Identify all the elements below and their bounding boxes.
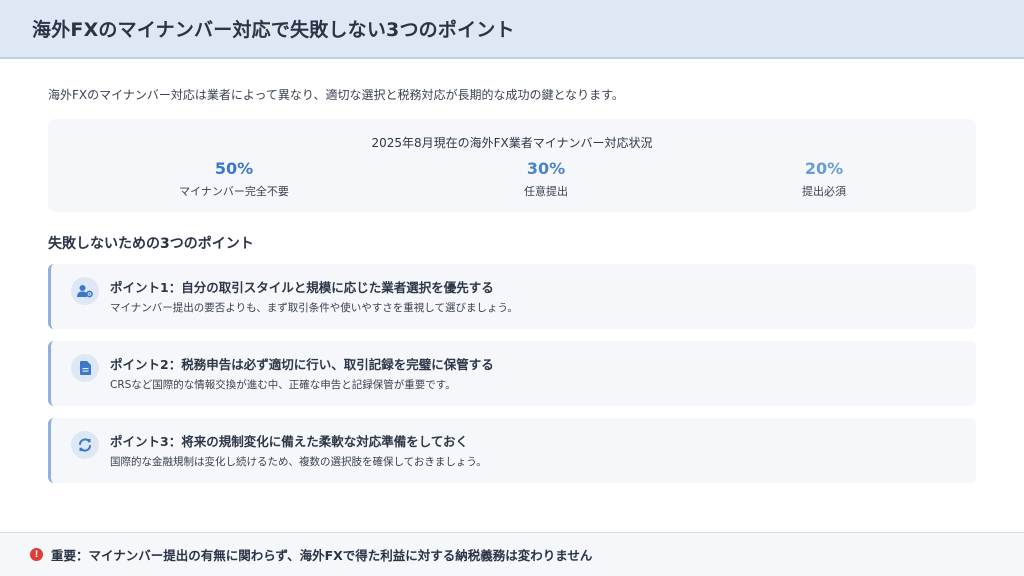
stat-value: 50%: [214, 159, 254, 178]
point-desc: CRSなど国際的な情報交換が進む中、正確な申告と記録保管が重要です。: [110, 379, 456, 391]
stat-label: マイナンバー完全不要: [179, 185, 289, 198]
point-desc: マイナンバー提出の要否よりも、まず取引条件や使いやすさを重視して選びましょう。: [110, 302, 518, 314]
point-title: ポイント2：税務申告は必ず適切に行い、取引記録を完璧に保管する: [110, 357, 494, 372]
stat-optional: 30% 任意提出: [426, 159, 666, 199]
stat-required: 20% 提出必須: [704, 159, 944, 199]
point-desc: 国際的な金融規制は変化し続けるため、複数の選択肢を確保しておきましょう。: [110, 456, 487, 468]
point-title: ポイント3：将来の規制変化に備えた柔軟な対応準備をしておく: [110, 434, 468, 449]
footer-text: 重要：マイナンバー提出の有無に関わらず、海外FXで得た利益に対する納税義務は変わ…: [51, 548, 593, 563]
stats-panel: 2025年8月現在の海外FX業者マイナンバー対応状況 50% マイナンバー完全不…: [48, 119, 976, 212]
section-title: 失敗しないための3つのポイント: [48, 236, 254, 252]
point-card-2: ポイント2：税務申告は必ず適切に行い、取引記録を完璧に保管する CRSなど国際的…: [48, 341, 976, 406]
user-gear-icon: [71, 277, 99, 305]
page-title: 海外FXのマイナンバー対応で失敗しない3つのポイント: [32, 19, 515, 41]
document-icon: [71, 354, 99, 382]
alert-icon: !: [30, 548, 43, 561]
intro-text: 海外FXのマイナンバー対応は業者によって異なり、適切な選択と税務対応が長期的な成…: [48, 88, 624, 102]
page-header: 海外FXのマイナンバー対応で失敗しない3つのポイント: [0, 0, 1024, 59]
footer-notice: ! 重要：マイナンバー提出の有無に関わらず、海外FXで得た利益に対する納税義務は…: [0, 532, 1024, 576]
refresh-icon: [71, 431, 99, 459]
stat-value: 30%: [526, 159, 566, 178]
stat-value: 20%: [804, 159, 844, 178]
stats-title: 2025年8月現在の海外FX業者マイナンバー対応状況: [371, 136, 653, 150]
stat-no-mynumber: 50% マイナンバー完全不要: [114, 159, 354, 199]
point-card-3: ポイント3：将来の規制変化に備えた柔軟な対応準備をしておく 国際的な金融規制は変…: [48, 418, 976, 483]
point-title: ポイント1：自分の取引スタイルと規模に応じた業者選択を優先する: [110, 280, 494, 295]
stat-label: 任意提出: [524, 185, 568, 198]
stat-label: 提出必須: [802, 185, 846, 198]
point-card-1: ポイント1：自分の取引スタイルと規模に応じた業者選択を優先する マイナンバー提出…: [48, 264, 976, 329]
